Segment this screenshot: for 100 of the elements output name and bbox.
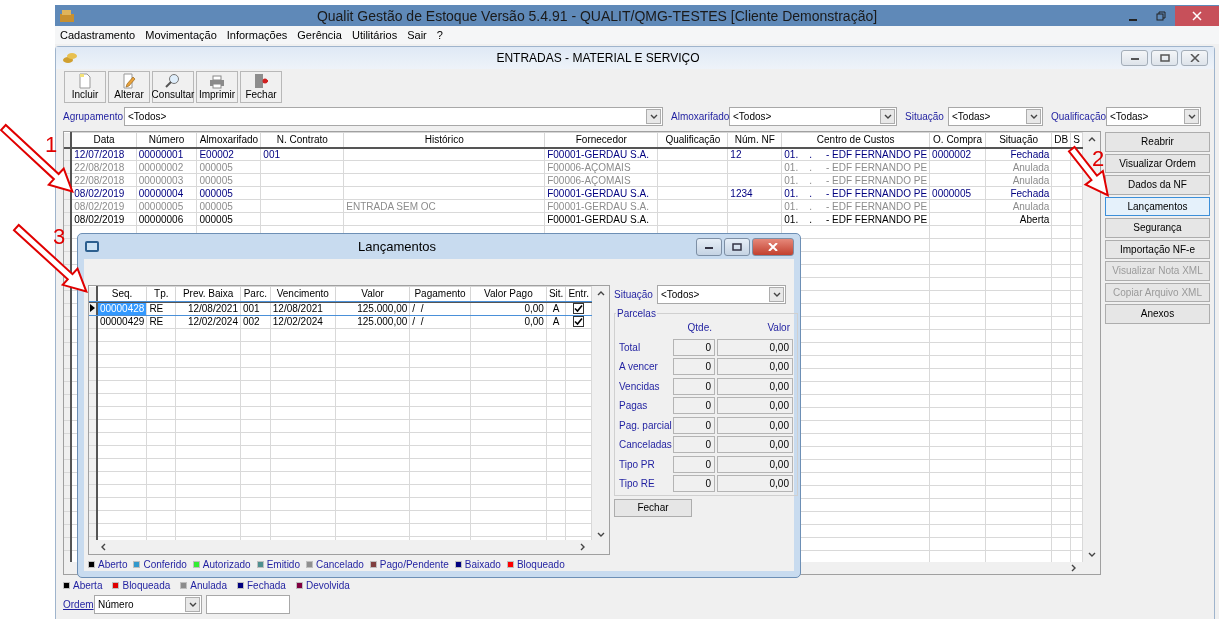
checkbox[interactable] <box>573 316 585 327</box>
filter-label: Almoxarifado <box>671 111 729 122</box>
table-cell: 00000002 <box>136 160 197 174</box>
legend-item: Autorizado <box>192 558 251 570</box>
restore-icon <box>1156 10 1166 21</box>
column-header[interactable]: Situação <box>985 132 1052 148</box>
table-cell: 000005 <box>196 186 261 200</box>
toolbar-button[interactable]: Consultar <box>152 71 194 103</box>
column-header[interactable]: Pagamento <box>409 286 471 302</box>
table-cell: / / <box>409 315 471 328</box>
menu-item[interactable]: Gerência <box>297 29 342 41</box>
maximize-button[interactable] <box>724 237 750 256</box>
close-icon <box>768 242 778 251</box>
column-header[interactable]: Histórico <box>343 132 545 148</box>
filter-dropdown[interactable]: <Todos> <box>729 107 897 126</box>
annotation-number: 3 <box>53 226 66 248</box>
close-button[interactable] <box>752 237 794 256</box>
amount-field: 0,00 <box>717 436 793 454</box>
toolbar-button[interactable]: Imprimir <box>196 71 238 103</box>
action-button[interactable]: Visualizar Ordem <box>1105 153 1210 173</box>
column-header[interactable]: Núm. NF <box>727 132 782 148</box>
toolbar-button[interactable]: Incluir <box>64 71 106 103</box>
menu-item[interactable]: Informações <box>226 29 288 41</box>
status-dropdown[interactable]: <Todos> <box>656 285 786 304</box>
amount-field: 0,00 <box>717 338 793 356</box>
column-header[interactable]: Centro de Custos <box>781 132 930 148</box>
table-cell: A <box>546 315 566 328</box>
table-cell: 01. . - EDF FERNANDO PE <box>781 147 930 161</box>
horizontal-scrollbar[interactable] <box>89 540 592 554</box>
column-header[interactable]: Data <box>71 132 137 148</box>
boxes-icon <box>59 8 75 23</box>
maximize-button[interactable] <box>1151 50 1178 66</box>
menu-item[interactable]: Sair <box>407 29 427 41</box>
order-dropdown[interactable]: Número <box>94 595 202 614</box>
filter-dropdown[interactable]: <Todos> <box>124 107 663 126</box>
action-button[interactable]: Segurança <box>1105 218 1210 238</box>
column-header[interactable]: Vencimento <box>270 286 336 302</box>
action-button[interactable]: Importação NF-e <box>1105 239 1210 259</box>
table-cell: ENTRADA SEM OC <box>343 199 545 213</box>
column-header: Valor <box>766 322 791 334</box>
table-cell: F00006-AÇOMAIS <box>544 173 658 187</box>
count-field: 0 <box>673 455 715 473</box>
toolbar-button[interactable]: Fechar <box>240 71 282 103</box>
action-button[interactable]: Lançamentos <box>1105 196 1210 216</box>
menu-item[interactable]: Movimentação <box>145 29 217 41</box>
column-header[interactable]: Seq. <box>96 286 147 302</box>
amount-field: 0,00 <box>717 455 793 473</box>
column-header[interactable]: Número <box>136 132 197 148</box>
summary-label: Canceladas <box>619 439 671 451</box>
column-header[interactable]: Fornecedor <box>544 132 658 148</box>
minimize-button[interactable] <box>696 237 722 256</box>
menu-item[interactable]: Utilitários <box>351 29 398 41</box>
action-button[interactable]: Dados da NF <box>1105 175 1210 195</box>
table-cell: 12/02/2024 <box>175 315 241 328</box>
table-cell: 0,00 <box>470 315 547 328</box>
table-cell: 001 <box>260 147 344 161</box>
table-cell: E00002 <box>196 147 261 161</box>
close-button[interactable] <box>1181 50 1208 66</box>
table-cell: Anulada <box>985 173 1052 187</box>
action-button[interactable]: Anexos <box>1105 304 1210 324</box>
toolbar-button[interactable]: Alterar <box>108 71 150 103</box>
filter-dropdown[interactable]: <Todas> <box>1106 107 1201 126</box>
table-cell: 1234 <box>727 186 782 200</box>
minimize-button[interactable] <box>1121 50 1148 66</box>
search-field[interactable] <box>206 595 290 614</box>
column-header[interactable]: Parc. <box>240 286 271 302</box>
legend-item: Bloqueada <box>112 580 171 591</box>
menu-item[interactable]: Cadastramento <box>60 29 136 41</box>
close-icon <box>1192 10 1202 21</box>
table-cell: 000005 <box>196 160 261 174</box>
column-header[interactable]: Almoxarifado <box>196 132 261 148</box>
vertical-scrollbar[interactable] <box>592 286 609 554</box>
filter-dropdown[interactable]: <Todas> <box>948 107 1043 126</box>
column-header[interactable]: Qualificação <box>657 132 728 148</box>
column-header[interactable]: Entr. <box>565 286 592 302</box>
table-cell: F00001-GERDAU S.A. <box>544 212 658 226</box>
column-header[interactable]: N. Contrato <box>260 132 344 148</box>
annotation-number: 1 <box>45 134 58 156</box>
count-field: 0 <box>673 377 715 395</box>
amount-field: 0,00 <box>717 397 793 415</box>
legend-item: Cancelado <box>306 558 364 570</box>
column-header[interactable]: Prev. Baixa <box>175 286 241 302</box>
child-window-title: ENTRADAS - MATERIAL E SERVIÇO <box>495 51 701 65</box>
column-header[interactable]: Valor <box>335 286 410 302</box>
group-title: Parcelas <box>616 308 657 319</box>
printer-icon <box>209 75 225 89</box>
table-cell: 002 <box>240 315 271 328</box>
column-header[interactable]: O. Compra <box>929 132 986 148</box>
table-cell: Anulada <box>985 160 1052 174</box>
table-cell: 01. . - EDF FERNANDO PE <box>781 186 930 200</box>
checkbox[interactable] <box>573 302 585 314</box>
table-cell: 12/08/2021 <box>270 301 336 315</box>
close-dialog-button[interactable]: Fechar <box>614 498 692 517</box>
table-cell: RE <box>146 315 176 328</box>
column-header[interactable]: Tp. <box>146 286 176 302</box>
menu-item[interactable]: ? <box>436 29 443 41</box>
action-button[interactable]: Reabrir <box>1105 132 1210 152</box>
table-cell: 08/02/2019 <box>71 212 137 226</box>
column-header: Qtde. <box>686 322 713 334</box>
column-header[interactable]: Valor Pago <box>470 286 547 302</box>
